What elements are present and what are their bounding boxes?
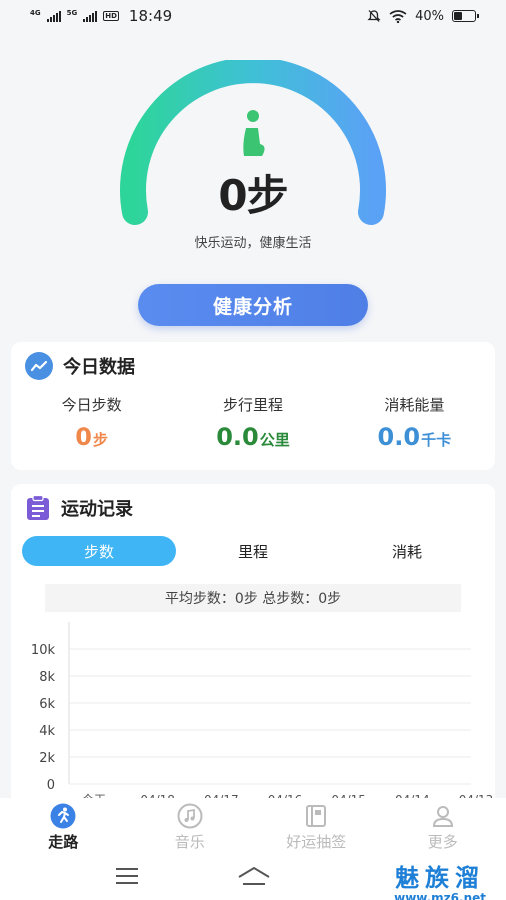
y-tick-label: 0 — [47, 778, 55, 793]
y-tick-label: 10k — [31, 643, 56, 658]
stat-value: 0.0千卡 — [377, 423, 452, 451]
steps-bar-chart: 02k4k6k8k10k今天04/1804/1704/1604/1504/140… — [31, 622, 493, 807]
wifi-icon — [389, 9, 407, 23]
stat-distance: 步行里程 0.0公里 — [172, 394, 333, 451]
watermark-url: www.mz6.net — [394, 891, 486, 900]
clipboard-icon — [25, 494, 51, 522]
battery-icon — [452, 10, 479, 22]
exercise-record-card: 运动记录 步数 里程 消耗 平均步数：0步 总步数：0步 0 2k 4k 6k 8k 10… — [11, 484, 495, 814]
walk-icon — [49, 803, 77, 829]
hd-voice-icon: HD — [103, 11, 119, 21]
today-data-title: 今日数据 — [63, 357, 135, 378]
today-stats: 今日步数 0步 步行里程 0.0公里 消耗能量 0.0千卡 — [11, 394, 495, 451]
tab-distance[interactable]: 里程 — [176, 536, 330, 566]
stat-steps: 今日步数 0步 — [11, 394, 172, 451]
nav-label: 音乐 — [174, 833, 205, 851]
home-icon[interactable] — [236, 865, 272, 887]
today-data-card: 今日数据 今日步数 0步 步行里程 0.0公里 消耗能量 0.0千卡 — [11, 342, 495, 470]
trend-icon — [25, 352, 53, 380]
nav-more[interactable]: 更多 — [380, 798, 506, 858]
slogan: 快乐运动，健康生活 — [194, 236, 312, 251]
signal-icon — [46, 10, 61, 22]
nav-fortune[interactable]: 好运抽签 — [253, 798, 380, 858]
y-tick-label: 8k — [39, 670, 55, 685]
y-tick-label: 6k — [39, 697, 55, 712]
book-icon — [302, 804, 330, 828]
step-gauge — [120, 60, 386, 225]
today-data-header: 今日数据 — [25, 352, 135, 380]
clock-time: 18:49 — [128, 7, 173, 25]
health-analysis-button[interactable]: 健康分析 — [138, 284, 368, 326]
step-count: 0步 — [218, 171, 288, 220]
tab-steps[interactable]: 步数 — [22, 536, 176, 566]
record-tabs: 步数 里程 消耗 — [22, 536, 484, 566]
menu-icon[interactable] — [116, 868, 138, 884]
status-bar: 4G 5G HD 18:49 40% — [0, 0, 506, 32]
average-summary: 平均步数：0步 总步数：0步 — [45, 584, 461, 612]
network-4g-label: 4G — [30, 9, 41, 17]
watermark-title: 魅族溜 — [395, 864, 486, 892]
stat-calories: 消耗能量 0.0千卡 — [334, 394, 495, 451]
bottom-nav: 走路 音乐 好运抽签 更多 — [0, 798, 506, 858]
network-5g-label: 5G — [66, 9, 78, 17]
battery-percent: 40% — [415, 8, 444, 24]
music-icon — [176, 803, 204, 829]
exercise-record-title: 运动记录 — [61, 499, 133, 520]
nav-music[interactable]: 音乐 — [127, 798, 254, 858]
stat-label: 今日步数 — [61, 396, 122, 414]
profile-icon — [429, 804, 457, 828]
watermark-logo: 魅族溜 www.mz6.net — [394, 858, 486, 900]
stat-value: 0步 — [75, 423, 109, 451]
nav-label: 更多 — [427, 833, 458, 851]
stat-value: 0.0公里 — [216, 423, 290, 451]
nav-label: 走路 — [48, 833, 79, 851]
nav-walk[interactable]: 走路 — [0, 798, 127, 858]
nav-label: 好运抽签 — [286, 833, 347, 851]
y-tick-label: 4k — [39, 724, 55, 739]
signal-icon — [83, 10, 98, 22]
mute-icon — [367, 10, 381, 22]
stat-label: 消耗能量 — [384, 396, 445, 414]
y-tick-label: 2k — [39, 751, 55, 766]
tab-calories[interactable]: 消耗 — [330, 536, 484, 566]
stat-label: 步行里程 — [222, 396, 283, 414]
walking-person-icon — [243, 110, 265, 156]
exercise-record-header: 运动记录 — [25, 494, 133, 522]
